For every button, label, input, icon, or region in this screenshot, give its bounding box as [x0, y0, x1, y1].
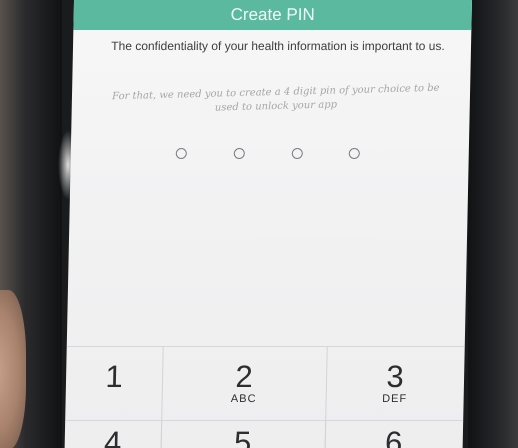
- pin-instruction-text: For that, we need you to create a 4 digi…: [112, 82, 440, 114]
- key-6-digit: 6: [384, 425, 403, 448]
- key-4-digit: 4: [103, 425, 122, 448]
- pin-dot-2: [233, 148, 245, 159]
- key-3-digit: 3: [386, 359, 405, 394]
- pin-dot-3: [291, 148, 303, 159]
- page-title: Create PIN: [230, 5, 315, 24]
- pin-indicator: [71, 148, 469, 162]
- key-1-digit: 1: [105, 359, 124, 394]
- phone-screen: Create PIN The confidentiality of your h…: [64, 0, 473, 448]
- key-2-digit: 2: [235, 359, 254, 394]
- finger: [0, 290, 26, 448]
- photo-frame: Create PIN The confidentiality of your h…: [0, 0, 518, 448]
- pin-dot-4: [348, 148, 360, 159]
- confidentiality-text: The confidentiality of your health infor…: [111, 39, 445, 53]
- keypad-row-2: 4 5 6: [64, 420, 464, 448]
- app-header: Create PIN: [73, 0, 473, 30]
- key-6[interactable]: 6: [324, 421, 463, 448]
- key-5-digit: 5: [233, 425, 252, 448]
- key-4[interactable]: 4: [65, 421, 162, 448]
- key-5[interactable]: 5: [160, 421, 325, 448]
- phone-bezel-right: [468, 0, 518, 448]
- key-2-letters: ABC: [230, 393, 257, 405]
- key-3-letters: DEF: [382, 393, 408, 405]
- pin-dot-1: [175, 148, 187, 159]
